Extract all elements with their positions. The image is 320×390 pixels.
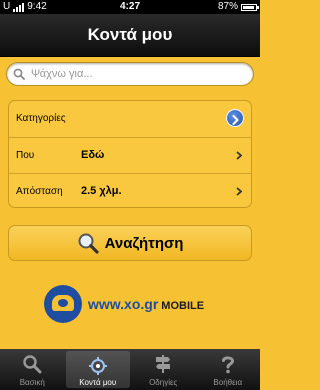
row-where[interactable]: Που Εδώ — [9, 137, 251, 173]
logo-text: www.xo.gr — [88, 296, 159, 312]
battery-icon — [241, 3, 259, 11]
signpost-icon — [156, 355, 171, 373]
tab-help[interactable]: Βοήθεια — [196, 349, 261, 390]
disclosure-button[interactable] — [226, 109, 244, 127]
help-icon — [221, 356, 234, 374]
tab-basic[interactable]: Βασική — [0, 349, 65, 390]
where-value: Εδώ — [81, 149, 105, 161]
nearby-icon — [88, 357, 107, 375]
chevron-right-icon — [236, 187, 242, 196]
chevron-right-icon — [236, 151, 242, 160]
xo-logo: www.xo.gr MOBILE — [44, 283, 224, 325]
tab-bar: Βασική Κοντά μου Οδηγίες Βοήθεια — [0, 349, 260, 390]
search-button[interactable]: Αναζήτηση — [8, 225, 252, 261]
categories-label: Κατηγορίες — [16, 113, 66, 124]
distance-value: 2.5 χλμ. — [81, 185, 122, 197]
nav-bar: Κοντά μου — [0, 14, 260, 57]
search-icon — [23, 355, 42, 374]
tab-nearby-label: Κοντά μου — [79, 378, 117, 387]
tab-basic-label: Βασική — [19, 378, 45, 387]
filter-group: Κατηγορίες Που Εδώ Απόσταση 2.5 χλμ. — [8, 100, 252, 208]
where-label: Που — [16, 150, 35, 161]
search-field[interactable] — [6, 62, 254, 86]
search-icon — [13, 68, 25, 80]
logo-suffix: MOBILE — [161, 300, 205, 312]
magnifier-icon — [78, 233, 99, 254]
tab-nearby[interactable]: Κοντά μου — [65, 351, 130, 388]
tab-directions-label: Οδηγίες — [149, 378, 178, 387]
row-categories[interactable]: Κατηγορίες — [9, 101, 251, 136]
row-distance[interactable]: Απόσταση 2.5 χλμ. — [9, 173, 251, 207]
chevron-right-icon — [232, 114, 239, 126]
page-title: Κοντά μου — [87, 25, 173, 44]
battery-percent: 87% — [217, 1, 238, 12]
tab-help-label: Βοήθεια — [213, 378, 243, 387]
tab-directions[interactable]: Οδηγίες — [131, 349, 196, 390]
distance-label: Απόσταση — [16, 186, 63, 197]
search-button-label: Αναζήτηση — [104, 234, 184, 252]
search-input[interactable] — [31, 66, 245, 82]
status-bar: U 9:42 4:27 87% — [0, 0, 260, 14]
phone-logo-icon — [44, 285, 82, 323]
